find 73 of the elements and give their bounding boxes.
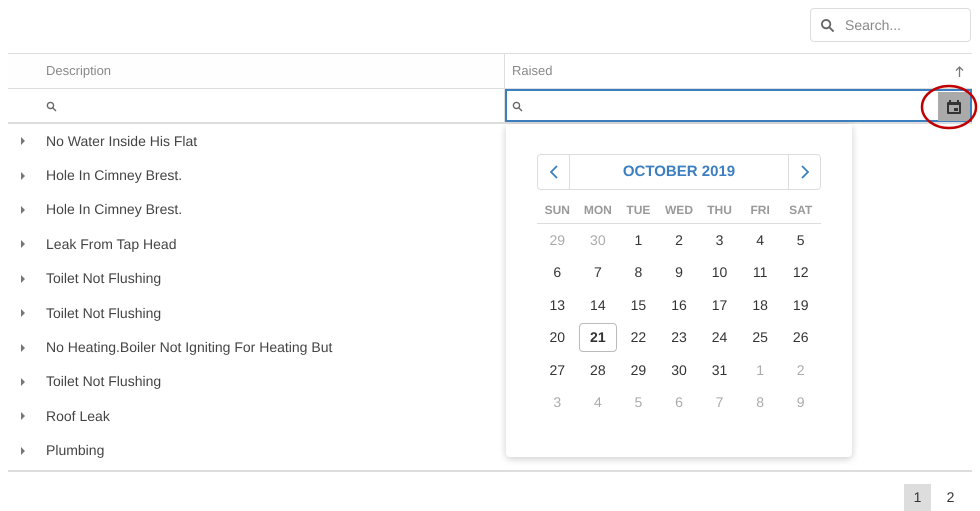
calendar-icon — [946, 98, 962, 114]
calendar-day[interactable]: 10 — [700, 258, 739, 288]
description-cell-text: No Water Inside His Flat — [46, 132, 198, 151]
calendar-day[interactable]: 8 — [619, 258, 658, 288]
collapsed-caret-icon[interactable] — [20, 206, 26, 214]
calendar-day[interactable]: 17 — [700, 290, 739, 320]
calendar-day[interactable]: 24 — [700, 323, 739, 352]
description-cell-text: Hole In Cimney Brest. — [46, 200, 182, 220]
search-icon — [46, 101, 57, 112]
calendar-day[interactable]: 4 — [741, 226, 780, 255]
calendar-day[interactable]: 28 — [578, 356, 617, 385]
collapsed-caret-icon[interactable] — [20, 378, 26, 386]
calendar-day[interactable]: 2 — [660, 226, 698, 255]
calendar-day[interactable]: 30 — [660, 356, 698, 385]
collapsed-caret-icon[interactable] — [20, 344, 26, 352]
calendar-day[interactable]: 5 — [782, 226, 820, 255]
highlight-ellipse — [920, 84, 978, 130]
filter-field[interactable] — [505, 89, 972, 122]
collapsed-caret-icon[interactable] — [20, 137, 26, 146]
calendar-day[interactable]: 18 — [741, 290, 780, 320]
weekday-label: WED — [664, 202, 694, 219]
calendar-day[interactable]: 12 — [782, 258, 820, 288]
weekday-label: THU — [706, 202, 733, 219]
calendar-day[interactable]: 3 — [700, 226, 739, 255]
description-cell-text: No Heating.Boiler Not Igniting For Heating But — [46, 338, 332, 358]
column-header: Raised — [512, 62, 552, 80]
calendar-day[interactable]: 21 — [578, 323, 617, 352]
collapsed-caret-icon[interactable] — [20, 412, 26, 420]
calendar-button[interactable] — [938, 92, 970, 121]
column-header: Description — [46, 62, 112, 80]
search-field[interactable]: Search... — [810, 8, 971, 42]
calendar-day[interactable]: 14 — [578, 290, 617, 320]
calendar-day[interactable]: 23 — [660, 323, 698, 352]
up-arrow-icon[interactable] — [955, 66, 964, 76]
weekday-label: SAT — [788, 202, 814, 219]
search-icon — [512, 101, 523, 112]
collapsed-caret-icon[interactable] — [20, 446, 26, 455]
weekday-label: MON — [582, 202, 613, 219]
calendar-day[interactable]: 19 — [782, 290, 820, 320]
description-cell-text: Roof Leak — [46, 406, 110, 426]
collapsed-caret-icon[interactable] — [20, 172, 26, 180]
page-button[interactable]: 2 — [937, 484, 964, 511]
description-cell-text: Toilet Not Flushing — [46, 372, 162, 392]
calendar-day[interactable]: 16 — [660, 290, 698, 320]
description-cell-text: Hole In Cimney Brest. — [46, 166, 182, 186]
calendar-day[interactable]: 9 — [660, 258, 698, 288]
calendar-day[interactable]: 22 — [619, 323, 658, 352]
description-cell-text: Toilet Not Flushing — [46, 269, 162, 288]
page-button[interactable]: 1 — [904, 484, 931, 511]
calendar-day[interactable]: 31 — [700, 356, 739, 385]
calendar-day[interactable]: 7 — [578, 258, 617, 288]
weekday-label: SUN — [544, 202, 571, 219]
calendar-day[interactable]: 1 — [619, 226, 658, 255]
calendar-day[interactable]: 26 — [782, 323, 820, 352]
collapsed-caret-icon[interactable] — [20, 309, 26, 318]
description-cell-text: Plumbing — [46, 441, 104, 460]
description-cell-text: Leak From Tap Head — [46, 234, 176, 254]
chevron-left-icon — [550, 165, 558, 179]
collapsed-caret-icon[interactable] — [20, 240, 26, 248]
calendar-day[interactable]: 15 — [619, 290, 658, 320]
chevron-right-icon — [800, 165, 808, 179]
calendar-day[interactable]: 20 — [538, 323, 576, 352]
calendar-day[interactable]: 11 — [741, 258, 780, 288]
collapsed-caret-icon[interactable] — [20, 274, 26, 283]
weekday-label: FRI — [749, 202, 771, 219]
calendar-day[interactable]: 27 — [538, 356, 576, 385]
description-cell-text: Toilet Not Flushing — [46, 304, 162, 323]
calendar-day[interactable]: 29 — [619, 356, 658, 385]
search-icon — [820, 18, 835, 33]
calendar-day[interactable]: 13 — [538, 290, 576, 320]
calendar-day[interactable]: 25 — [741, 323, 780, 352]
weekday-label: TUE — [625, 202, 652, 219]
calendar-day[interactable]: 6 — [538, 258, 576, 288]
